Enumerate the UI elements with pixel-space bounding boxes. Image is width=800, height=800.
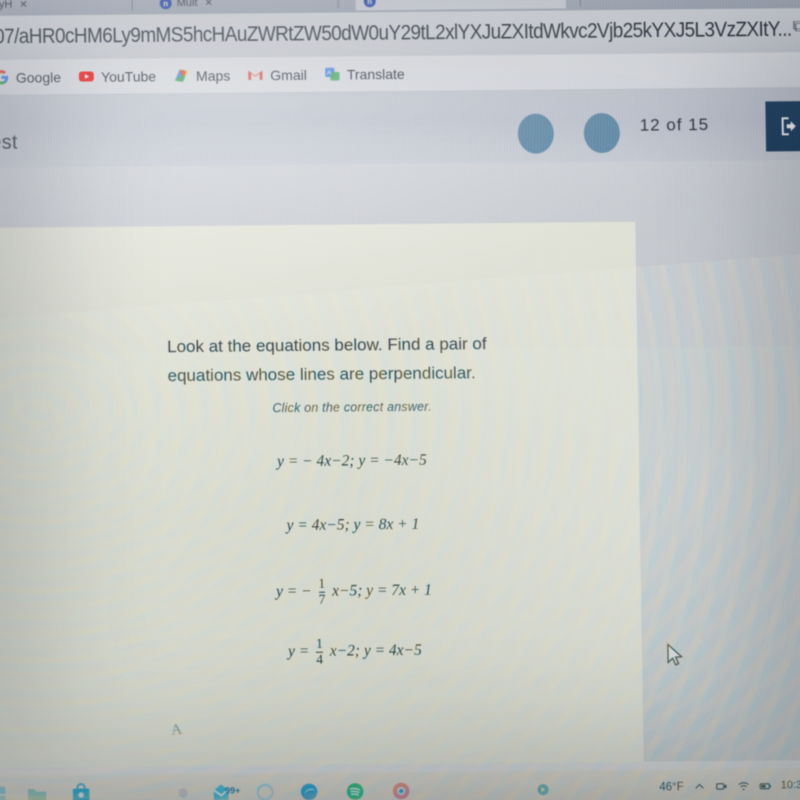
mouse-cursor-icon [667,643,684,666]
page-title: Test [0,131,18,155]
question-instruction: Click on the correct answer. [272,399,432,416]
fraction-numerator: 1 [318,575,326,591]
answer-option-1[interactable]: y = − 4x−2; y = −4x−5 [137,450,567,472]
tab-favicon-icon: n [363,0,376,8]
maps-icon [175,69,188,82]
question-counter: 12 of 15 [639,115,710,135]
camera-icon[interactable] [715,780,728,793]
google-icon [0,70,9,85]
chevron-up-icon[interactable] [693,780,706,793]
bookmark-gmail[interactable]: Gmail [247,66,307,84]
bookmark-label: YouTube [100,67,157,85]
laptop-screen-photo: myH ✕ n Mult ✕ n 3607/aHR0cHM6Ly9mMS5hcH… [0,0,800,800]
fraction: 17 [318,575,326,607]
youtube-icon [79,71,94,82]
question-card: Look at the equations below. Find a pair… [0,221,644,768]
test-page-body: Look at the equations below. Find a pair… [0,160,800,768]
equation-text: x−5; y = 7x + 1 [328,581,433,600]
question-prompt: Look at the equations below. Find a pair… [166,334,487,386]
prev-question-button[interactable] [517,113,555,154]
chrome-icon[interactable] [390,780,412,800]
start-icon[interactable] [0,784,8,800]
browser-address-bar[interactable]: 3607/aHR0cHM6Ly9mMS5hcHAuZWRtZW50dW0uY29… [0,8,800,61]
translate-icon: A [325,67,340,81]
bookmark-label: Gmail [270,66,307,83]
answer-option-3[interactable]: y = − 17 x−5; y = 7x + 1 [139,574,569,608]
system-tray: 46°F 10:36 A [659,779,800,794]
next-question-button[interactable] [583,112,621,154]
screen-smudge-mark: A [170,721,183,739]
fraction: 14 [315,635,324,667]
equation-text: x−2; y = 4x−5 [325,641,422,660]
tab-favicon-icon: n [159,0,172,10]
bookmark-maps[interactable]: Maps [173,67,230,85]
browser-tab-3-active[interactable]: n [355,0,566,11]
url-text[interactable]: 3607/aHR0cHM6Ly9mMS5hcHAuZWRtZW50dW0uY29… [0,18,792,50]
share-icon[interactable]: ⧉ [793,18,800,36]
exit-icon [781,117,796,136]
app-icon[interactable] [532,779,554,800]
store-icon[interactable] [70,783,92,800]
bookmark-label: Translate [346,65,405,83]
equation-text: y = − [275,582,316,601]
battery-icon[interactable] [759,779,772,792]
folder-icon[interactable] [26,783,48,800]
windows-taskbar: 99+ 46°F 10:36 [0,767,800,800]
search-circle-icon[interactable] [254,781,276,800]
answer-option-2[interactable]: y = 4x−5; y = 8x + 1 [138,514,568,536]
gmail-icon [248,70,263,80]
weather-temperature[interactable]: 46°F [659,781,684,793]
answer-option-4[interactable]: y = 14 x−2; y = 4x−5 [140,634,570,668]
exit-test-button[interactable] [765,101,800,152]
bookmark-google[interactable]: Google [0,68,61,86]
bookmark-youtube[interactable]: YouTube [78,67,156,85]
teams-icon[interactable] [172,782,194,800]
fraction-denominator: 4 [316,651,324,667]
screen-surface: myH ✕ n Mult ✕ n 3607/aHR0cHM6Ly9mMS5hcH… [0,0,800,800]
tab-divider [131,0,133,11]
bookmark-label: Google [15,68,62,86]
taskbar-clock[interactable]: 10:36 A [781,779,800,792]
tab-divider [579,0,581,7]
bookmark-label: Maps [195,67,231,84]
equation-text: y = − 4x−2; y = −4x−5 [276,451,427,471]
tab-close-icon[interactable]: ✕ [19,0,28,11]
spotify-icon[interactable] [344,780,366,800]
equation-text: y = [287,642,314,661]
fraction-numerator: 1 [315,635,323,651]
wifi-icon[interactable] [737,780,750,793]
tab-close-icon[interactable]: ✕ [204,0,213,9]
browser-tab-1[interactable]: myH ✕ [0,0,36,14]
bookmark-translate[interactable]: A Translate [324,65,405,83]
fraction-denominator: 7 [318,591,326,607]
browser-tab-2[interactable]: n Mult ✕ [151,0,221,12]
tab-title: myH [0,0,13,11]
tab-title: Mult [176,0,198,10]
tab-divider [337,0,339,9]
test-header-bar: Test 12 of 15 [0,88,800,169]
edge-icon[interactable] [298,781,320,800]
mail-badge: 99+ [225,785,241,796]
equation-text: y = 4x−5; y = 8x + 1 [286,515,420,535]
